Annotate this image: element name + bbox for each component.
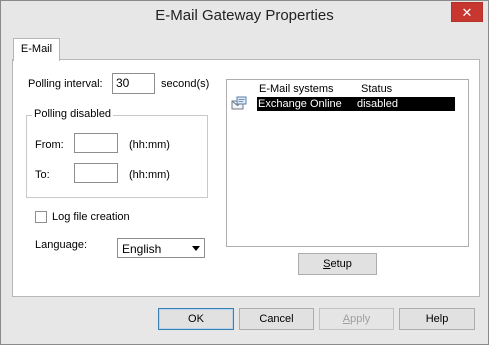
table-row[interactable]: Exchange Online disabled	[257, 97, 455, 111]
polling-disabled-title: Polling disabled	[32, 108, 114, 120]
polling-disabled-group	[26, 115, 208, 198]
to-format-hint: (hh:mm)	[129, 169, 170, 181]
row-system-name: Exchange Online	[258, 98, 342, 110]
ok-button[interactable]: OK	[158, 308, 234, 330]
apply-label-rest: pply	[350, 313, 371, 325]
setup-button[interactable]: Setup	[298, 253, 377, 275]
to-label: To:	[35, 169, 50, 181]
help-button[interactable]: Help	[399, 308, 475, 330]
from-format-hint: (hh:mm)	[129, 139, 170, 151]
title-bar[interactable]: E-Mail Gateway Properties ✕	[1, 1, 488, 31]
language-selected-value: English	[122, 242, 162, 256]
setup-label-rest: etup	[330, 258, 352, 270]
apply-button[interactable]: Apply	[319, 308, 394, 330]
chevron-down-icon	[192, 246, 200, 251]
mail-system-icon	[231, 96, 247, 110]
column-header-status[interactable]: Status	[361, 83, 392, 95]
row-status: disabled	[357, 98, 398, 110]
polling-interval-input[interactable]: 30	[112, 73, 155, 94]
from-time-input[interactable]	[74, 133, 118, 153]
cancel-button[interactable]: Cancel	[239, 308, 314, 330]
apply-mnemonic: A	[342, 313, 351, 325]
language-select[interactable]: English	[117, 238, 205, 258]
log-file-label[interactable]: Log file creation	[52, 211, 130, 223]
polling-interval-unit: second(s)	[161, 78, 210, 90]
email-systems-list[interactable]: E-Mail systems Status Exchange Online di…	[226, 79, 469, 247]
polling-interval-label: Polling interval:	[28, 78, 103, 90]
dialog-window: E-Mail Gateway Properties ✕ E-Mail Polli…	[0, 0, 489, 345]
from-label: From:	[35, 139, 64, 151]
window-title: E-Mail Gateway Properties	[155, 7, 334, 24]
tab-email[interactable]: E-Mail	[13, 38, 60, 61]
log-file-checkbox[interactable]	[35, 211, 47, 223]
language-label: Language:	[35, 239, 87, 251]
close-button[interactable]: ✕	[451, 2, 483, 22]
to-time-input[interactable]	[74, 163, 118, 183]
column-header-email-systems[interactable]: E-Mail systems	[259, 83, 334, 95]
